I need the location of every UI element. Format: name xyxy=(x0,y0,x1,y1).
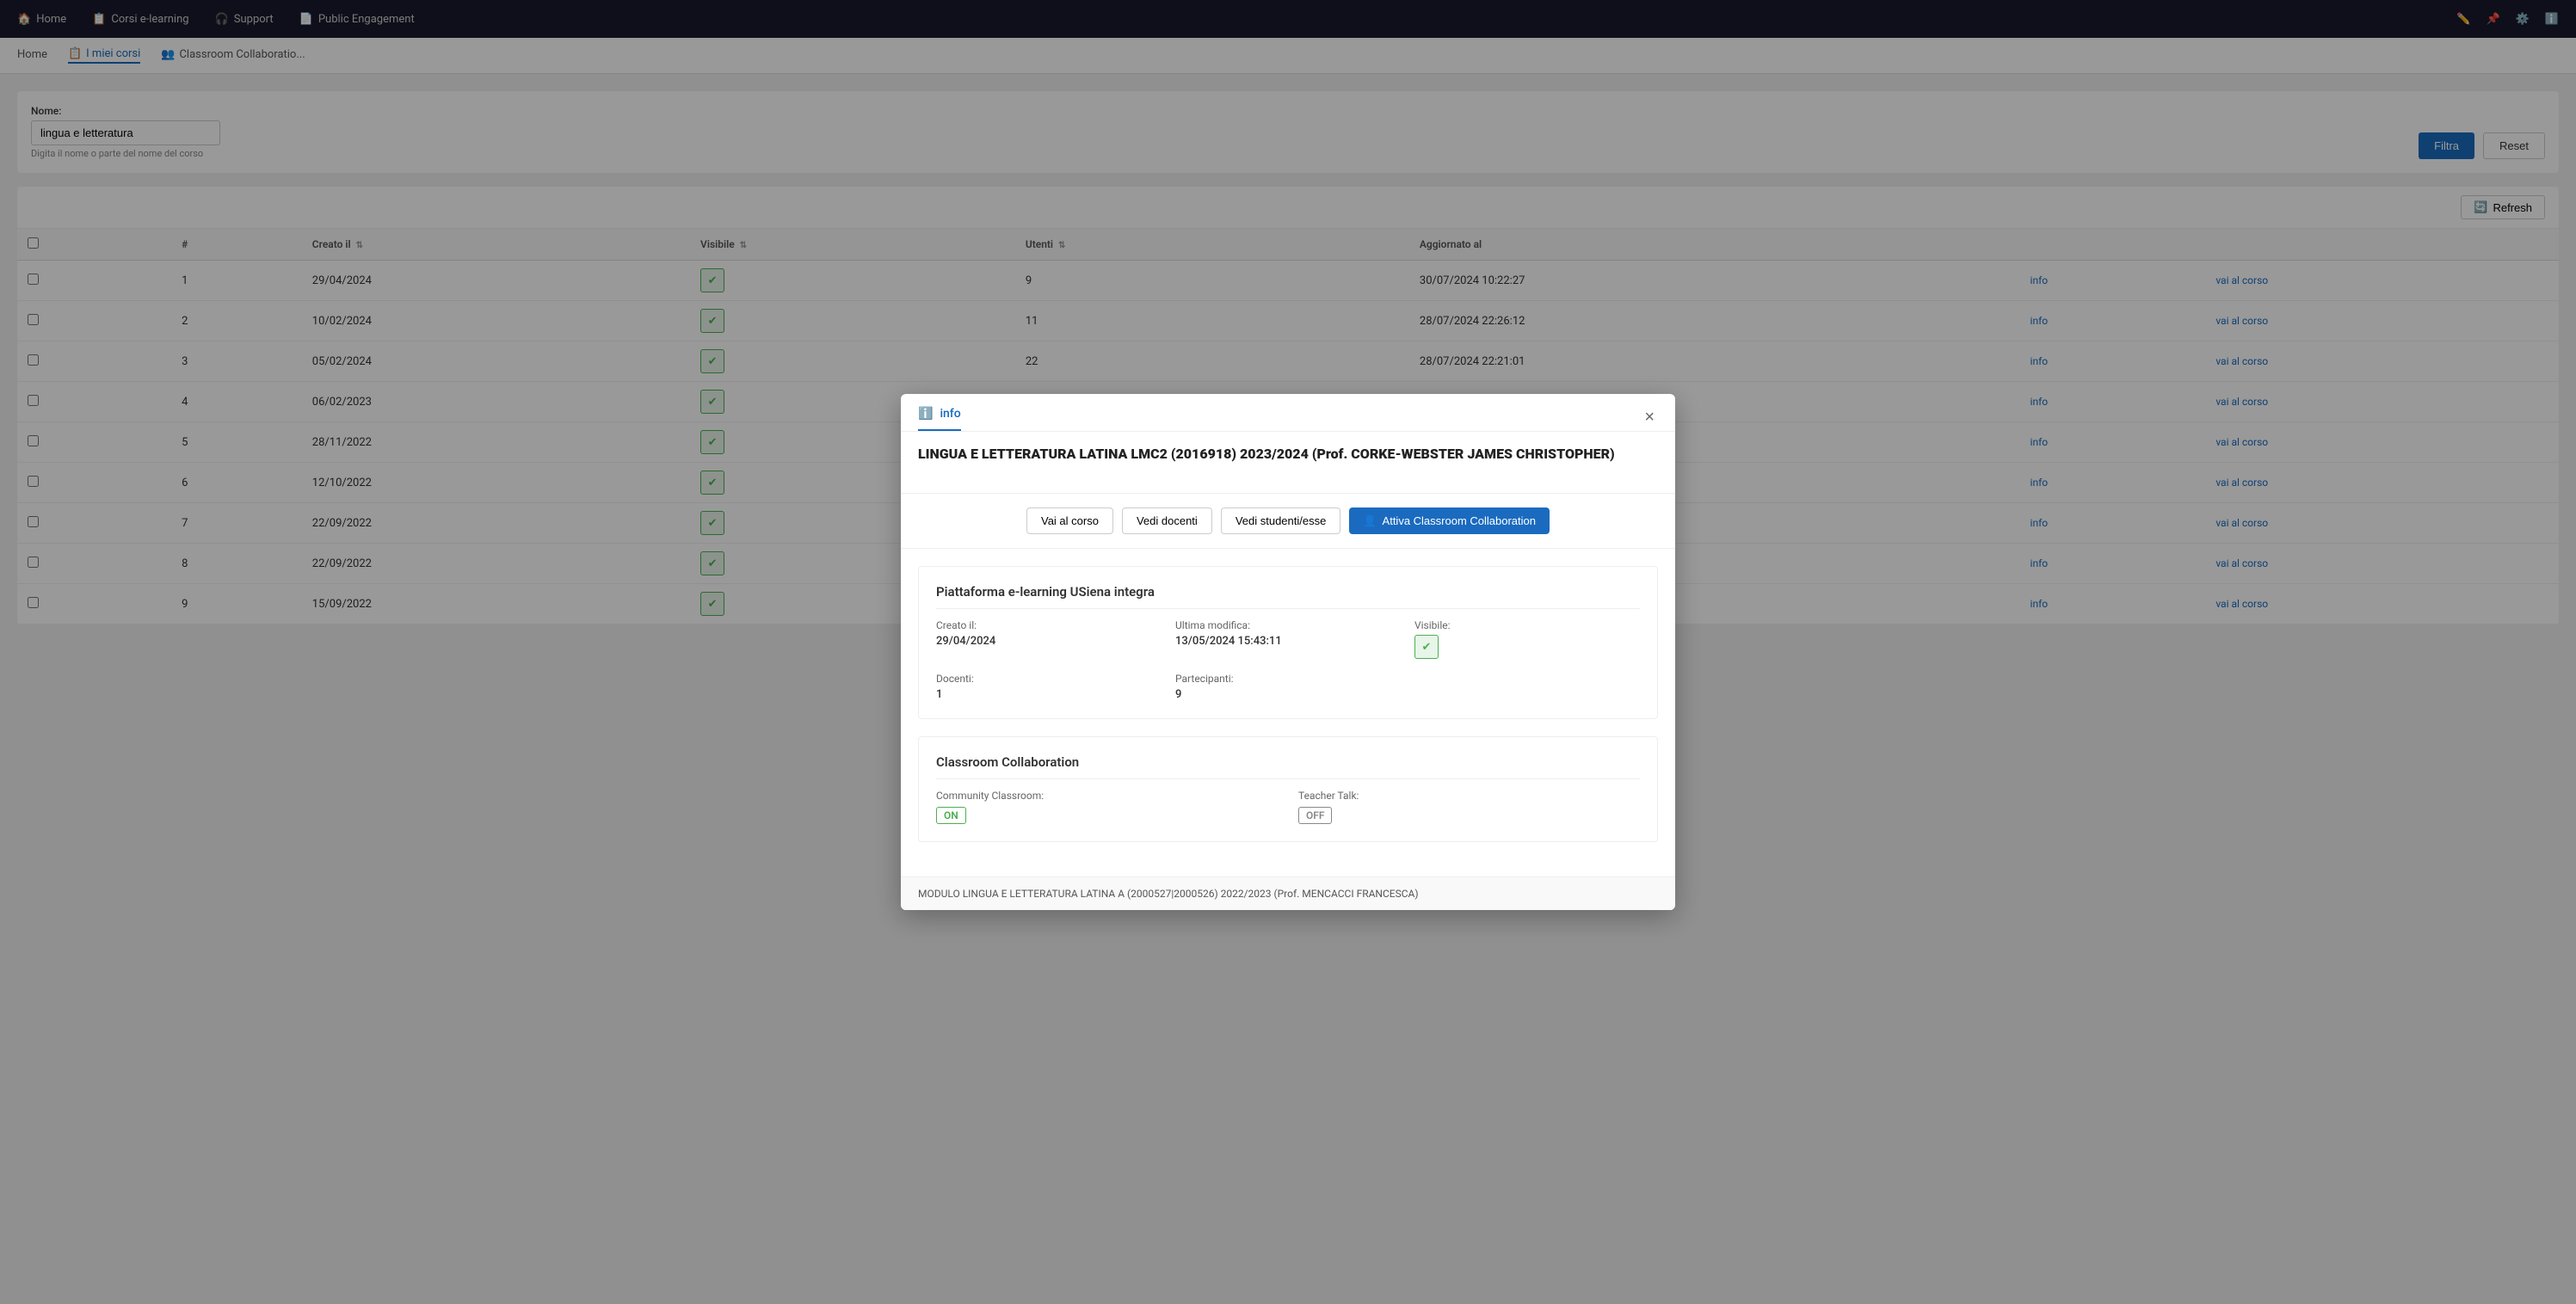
bottom-course-reference: MODULO LINGUA E LETTERATURA LATINA A (20… xyxy=(901,877,1675,910)
vai-al-corso-button[interactable]: Vai al corso xyxy=(1026,507,1113,534)
community-group: Community Classroom: ON xyxy=(936,790,1278,824)
info-modal: ℹ️ info × LINGUA E LETTERATURA LATINA LM… xyxy=(901,394,1675,910)
modal-course-title: LINGUA E LETTERATURA LATINA LMC2 (201691… xyxy=(901,432,1675,476)
partecipanti-value: 9 xyxy=(1175,688,1401,701)
attiva-icon: 👤 xyxy=(1363,514,1377,528)
close-icon: × xyxy=(1644,408,1655,427)
bottom-course-text: MODULO LINGUA E LETTERATURA LATINA A (20… xyxy=(918,888,1419,900)
classroom-section-title: Classroom Collaboration xyxy=(936,754,1640,779)
docenti-group: Docenti: 1 xyxy=(936,673,1162,701)
platform-info-grid: Creato il: 29/04/2024 Ultima modifica: 1… xyxy=(936,619,1640,701)
attiva-classroom-button[interactable]: 👤 Attiva Classroom Collaboration xyxy=(1349,507,1550,534)
teacher-talk-group: Teacher Talk: OFF xyxy=(1298,790,1640,824)
modal-tab-label: info xyxy=(940,407,960,421)
partecipanti-group: Partecipanti: 9 xyxy=(1175,673,1401,701)
platform-section-title: Piattaforma e-learning USiena integra xyxy=(936,584,1640,609)
classroom-info-grid: Community Classroom: ON Teacher Talk: OF… xyxy=(936,790,1640,824)
community-value: ON xyxy=(936,807,966,824)
attiva-label: Attiva Classroom Collaboration xyxy=(1383,514,1536,527)
partecipanti-label: Partecipanti: xyxy=(1175,673,1401,685)
visibile-label: Visibile: xyxy=(1414,619,1640,631)
teacher-label: Teacher Talk: xyxy=(1298,790,1640,802)
modal-tab-info[interactable]: ℹ️ info xyxy=(918,407,961,431)
ultima-modifica-value: 13/05/2024 15:43:11 xyxy=(1175,635,1401,648)
creato-label: Creato il: xyxy=(936,619,1162,631)
platform-section: Piattaforma e-learning USiena integra Cr… xyxy=(918,566,1658,719)
ultima-modifica-label: Ultima modifica: xyxy=(1175,619,1401,631)
classroom-section: Classroom Collaboration Community Classr… xyxy=(918,736,1658,842)
vedi-studenti-button[interactable]: Vedi studenti/esse xyxy=(1221,507,1341,534)
modal-close-button[interactable]: × xyxy=(1641,404,1658,431)
modal-actions: Vai al corso Vedi docenti Vedi studenti/… xyxy=(901,493,1675,549)
course-title-text: LINGUA E LETTERATURA LATINA LMC2 (201691… xyxy=(918,446,1615,462)
docenti-value: 1 xyxy=(936,688,1162,701)
vedi-docenti-button[interactable]: Vedi docenti xyxy=(1122,507,1212,534)
modal-info-icon: ℹ️ xyxy=(918,407,933,421)
community-label: Community Classroom: xyxy=(936,790,1278,802)
modal-overlay[interactable]: ℹ️ info × LINGUA E LETTERATURA LATINA LM… xyxy=(0,0,2576,1304)
creato-value: 29/04/2024 xyxy=(936,635,1162,648)
docenti-label: Docenti: xyxy=(936,673,1162,685)
visibile-check-icon: ✔ xyxy=(1414,635,1439,659)
visibile-value: ✔ xyxy=(1414,635,1640,659)
visibile-group: Visibile: ✔ xyxy=(1414,619,1640,659)
teacher-value: OFF xyxy=(1298,807,1332,824)
creato-group: Creato il: 29/04/2024 xyxy=(936,619,1162,659)
ultima-modifica-group: Ultima modifica: 13/05/2024 15:43:11 xyxy=(1175,619,1401,659)
